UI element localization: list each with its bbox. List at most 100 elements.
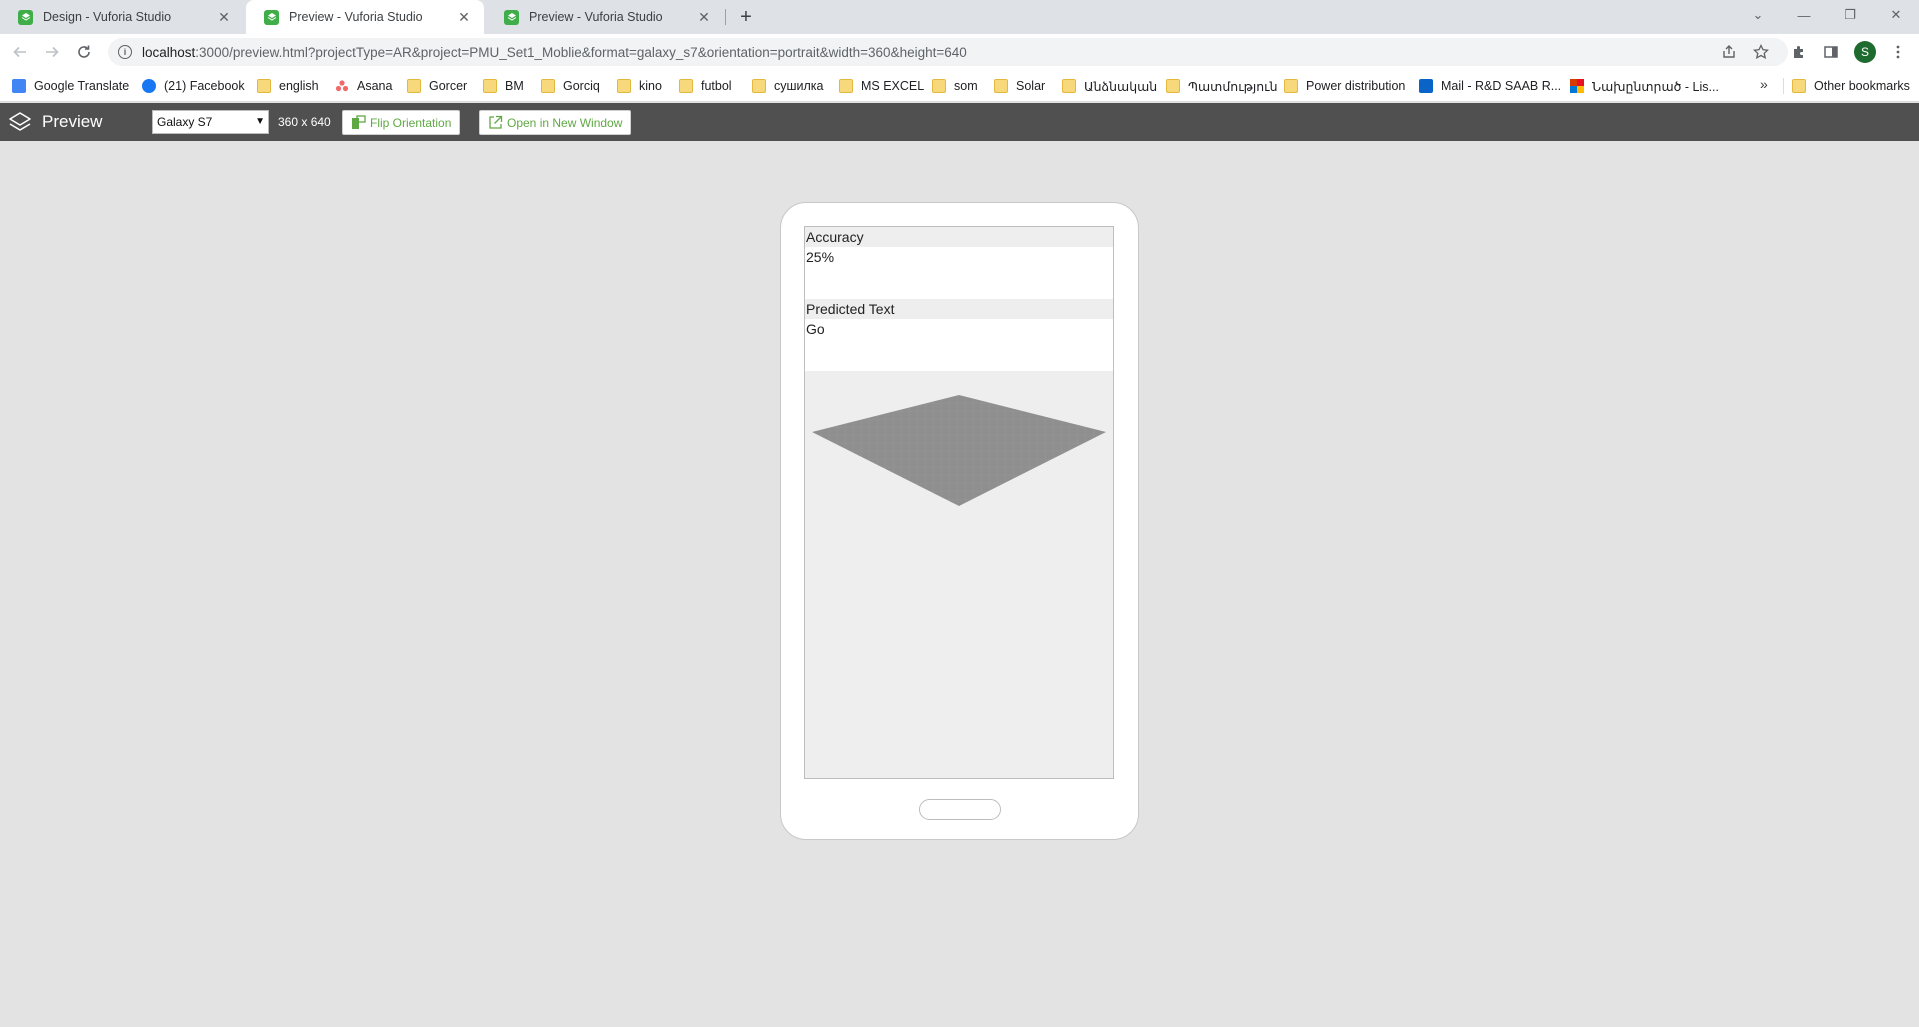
bookmark-label: MS EXCEL	[861, 79, 925, 93]
device-select[interactable]: Galaxy S7 ▼	[152, 110, 269, 134]
chrome-menu-button[interactable]	[1886, 40, 1910, 64]
share-button[interactable]	[1717, 40, 1741, 64]
bookmark-facebook[interactable]: (21) Facebook	[142, 76, 245, 96]
layers-logo-icon	[9, 112, 31, 131]
tab-separator	[725, 9, 726, 25]
bookmarks-divider	[1783, 78, 1784, 94]
bookmark-star-button[interactable]	[1749, 40, 1773, 64]
bookmark-label: Gorcer	[429, 79, 468, 93]
folder-icon	[257, 79, 271, 93]
ground-grid-3d-view[interactable]	[805, 371, 1113, 779]
bookmark-english[interactable]: english	[257, 76, 319, 96]
predicted-text-value: Go	[805, 319, 1113, 371]
bookmark-google-translate[interactable]: Google Translate	[12, 76, 129, 96]
bookmark-label: Պատմություն	[1188, 79, 1278, 94]
kebab-menu-icon	[1896, 45, 1900, 59]
folder-icon	[932, 79, 946, 93]
star-icon	[1753, 44, 1769, 60]
bookmark-asana[interactable]: Asana	[335, 76, 392, 96]
bookmark-label: Gorciq	[563, 79, 600, 93]
bookmark-label: Google Translate	[34, 79, 130, 93]
url-path: :3000/preview.html?projectType=AR&projec…	[195, 44, 967, 60]
open-new-window-button[interactable]: Open in New Window	[479, 110, 632, 135]
arrow-left-icon	[13, 46, 26, 58]
bookmark-andznakan[interactable]: Անձնական	[1062, 76, 1157, 96]
tab-preview[interactable]: Preview - Vuforia Studio ✕	[486, 0, 724, 34]
other-bookmarks[interactable]: Other bookmarks	[1792, 76, 1910, 96]
share-icon	[1723, 45, 1735, 58]
more-bookmarks-button[interactable]: »	[1760, 76, 1768, 92]
chevron-down-icon: ▼	[255, 116, 265, 127]
folder-icon	[752, 79, 766, 93]
close-window-button[interactable]: ✕	[1873, 0, 1919, 30]
restore-button[interactable]: ❐	[1827, 0, 1873, 30]
bookmark-kino[interactable]: kino	[617, 76, 662, 96]
browser-toolbar: i localhost:3000/preview.html?projectTyp…	[0, 34, 1919, 70]
bookmark-label: сушилка	[774, 79, 824, 93]
url-host: localhost	[142, 44, 196, 60]
vuforia-favicon-icon	[18, 9, 33, 25]
tab-search-icon[interactable]: ⌄	[1735, 0, 1781, 30]
bookmark-sushilka[interactable]: сушилка	[752, 76, 824, 96]
bookmark-label: Power distribution	[1306, 79, 1406, 93]
address-bar[interactable]: i localhost:3000/preview.html?projectTyp…	[108, 38, 1788, 66]
bookmark-label: kino	[639, 79, 662, 93]
vuforia-favicon-icon	[504, 9, 519, 25]
close-icon[interactable]: ✕	[696, 9, 712, 25]
bookmark-label: Նախընտրած - Lis...	[1592, 79, 1719, 94]
minimize-button[interactable]: —	[1781, 0, 1827, 30]
bookmark-label: futbol	[701, 79, 732, 93]
tab-design[interactable]: Design - Vuforia Studio ✕	[0, 0, 244, 34]
bookmark-gorciq[interactable]: Gorciq	[541, 76, 600, 96]
tab-preview-active[interactable]: Preview - Vuforia Studio ✕	[246, 0, 484, 34]
bookmark-label: english	[279, 79, 319, 93]
bookmark-nakhntrats[interactable]: Նախընտրած - Lis...	[1570, 76, 1719, 96]
forward-button[interactable]	[40, 40, 64, 64]
side-panel-button[interactable]	[1819, 40, 1843, 64]
folder-icon	[994, 79, 1008, 93]
facebook-icon	[142, 79, 156, 93]
back-button[interactable]	[8, 40, 32, 64]
ground-grid-plane	[812, 395, 1106, 506]
bookmark-mail[interactable]: Mail - R&D SAAB R...	[1419, 76, 1561, 96]
folder-icon	[541, 79, 555, 93]
bookmark-solar[interactable]: Solar	[994, 76, 1045, 96]
bookmark-patmutyun[interactable]: Պատմություն	[1166, 76, 1278, 96]
bookmark-label: Solar	[1016, 79, 1046, 93]
bookmark-gorcer[interactable]: Gorcer	[407, 76, 467, 96]
office-icon	[1570, 79, 1584, 93]
vuforia-favicon-icon	[264, 9, 279, 25]
tab-title: Preview - Vuforia Studio	[289, 10, 423, 24]
bookmark-futbol[interactable]: futbol	[679, 76, 732, 96]
app-header: Preview Galaxy S7 ▼ 360 x 640 Flip Orien…	[0, 103, 1919, 141]
external-link-icon	[489, 115, 503, 129]
tab-title: Design - Vuforia Studio	[43, 10, 172, 24]
reload-button[interactable]	[72, 40, 96, 64]
new-tab-button[interactable]: +	[735, 6, 757, 28]
bookmark-power-distribution[interactable]: Power distribution	[1284, 76, 1405, 96]
folder-icon	[1792, 79, 1806, 93]
bookmark-bm[interactable]: BM	[483, 76, 524, 96]
open-new-window-label: Open in New Window	[507, 115, 623, 130]
folder-icon	[839, 79, 853, 93]
site-info-icon[interactable]: i	[118, 45, 132, 59]
device-select-value: Galaxy S7	[157, 115, 213, 129]
extensions-button[interactable]	[1787, 40, 1811, 64]
profile-avatar[interactable]: S	[1854, 41, 1876, 63]
folder-icon	[483, 79, 497, 93]
bookmark-label: Անձնական	[1084, 79, 1158, 94]
asana-icon	[335, 79, 349, 93]
accuracy-value: 25%	[805, 247, 1113, 299]
bookmark-label: Asana	[357, 79, 393, 93]
reload-icon	[78, 45, 90, 58]
puzzle-icon	[1794, 46, 1803, 58]
tab-title: Preview - Vuforia Studio	[529, 10, 663, 24]
bookmark-ms-excel[interactable]: MS EXCEL	[839, 76, 924, 96]
close-icon[interactable]: ✕	[456, 9, 472, 25]
device-home-button	[919, 799, 1001, 820]
bookmarks-bar: Google Translate (21) Facebook english A…	[0, 70, 1919, 102]
flip-orientation-button[interactable]: Flip Orientation	[342, 110, 461, 135]
folder-icon	[407, 79, 421, 93]
bookmark-som[interactable]: som	[932, 76, 978, 96]
close-icon[interactable]: ✕	[216, 9, 232, 25]
